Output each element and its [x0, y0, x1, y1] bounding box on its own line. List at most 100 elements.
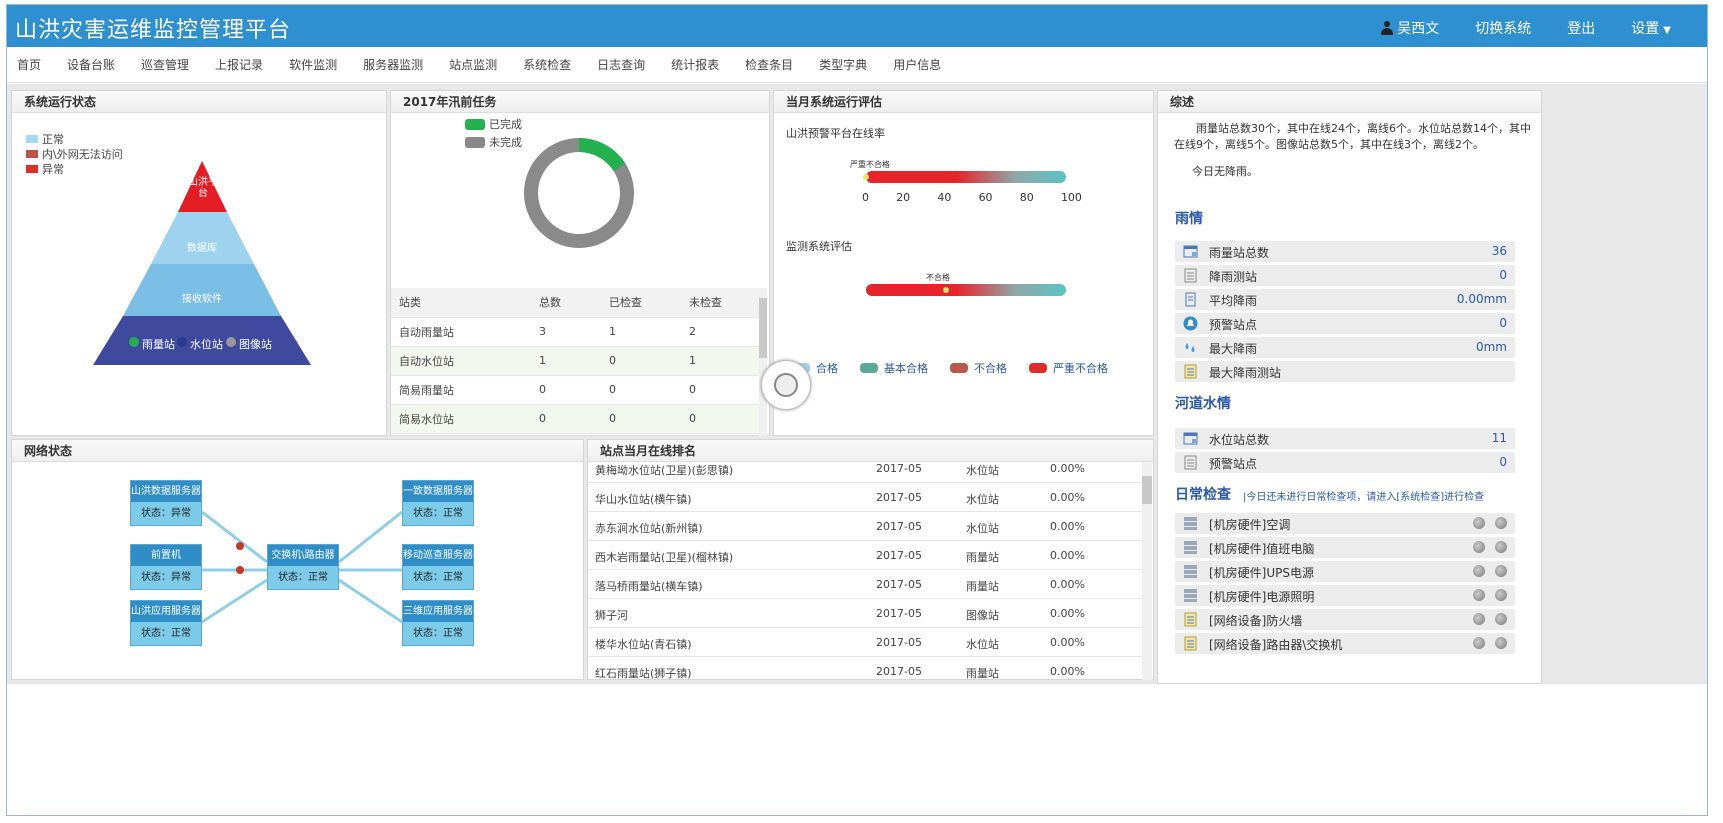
- table-cell: 2017-05: [876, 491, 922, 504]
- status-dot-icon[interactable]: [1495, 613, 1507, 625]
- nav-item-check-items[interactable]: 检查条目: [745, 56, 793, 73]
- user-menu[interactable]: 吴西文: [1381, 18, 1439, 38]
- daily-check-item[interactable]: [机房硬件]电源照明: [1175, 585, 1515, 606]
- card-value: 0: [1499, 316, 1507, 330]
- list-icon: [1184, 268, 1197, 283]
- rain-measure-stations[interactable]: 降雨测站 0: [1175, 265, 1515, 286]
- net-node-switch[interactable]: 交换机\路由器 状态：正常: [267, 544, 339, 590]
- table-cell: 3: [531, 317, 601, 347]
- daily-check-item[interactable]: [机房硬件]空调: [1175, 513, 1515, 534]
- ranking-list: 黄梅坳水位站(卫星)(彭思镇) 2017-05 水位站 0.00% 华山水位站(横午镇)…: [588, 462, 1143, 680]
- table-row[interactable]: 红石雨量站(狮子镇) 2017-05 雨量站 0.00%: [588, 657, 1143, 680]
- status-dot-icon[interactable]: [1473, 517, 1485, 529]
- status-dot-icon[interactable]: [1495, 517, 1507, 529]
- net-node-unified-data[interactable]: 一致数据服务器 状态：正常: [402, 480, 474, 526]
- no-rain-text: 今日无降雨。: [1192, 165, 1258, 178]
- table-row[interactable]: 西木岩雨量站(卫星)(榴林镇) 2017-05 雨量站 0.00%: [588, 541, 1143, 570]
- max-rainfall-station[interactable]: 最大降雨测站: [1175, 361, 1515, 382]
- table-row[interactable]: 落马桥雨量站(横车镇) 2017-05 雨量站 0.00%: [588, 570, 1143, 599]
- net-node-frontend[interactable]: 前置机 状态：异常: [130, 544, 202, 590]
- river-warning-stations[interactable]: 预警站点 0: [1175, 452, 1515, 473]
- pyramid-level-database[interactable]: [151, 212, 254, 264]
- table-row[interactable]: 黄梅坳水位站(卫星)(彭思镇) 2017-05 水位站 0.00%: [588, 462, 1143, 483]
- eval-legend: 合格 基本合格 不合格 严重不合格: [792, 360, 1108, 376]
- nav-item-log-query[interactable]: 日志查询: [597, 56, 645, 73]
- table-cell: 简易雨量站: [391, 375, 531, 405]
- nav-item-statistics[interactable]: 统计报表: [671, 56, 719, 73]
- scrollbar-thumb[interactable]: [1142, 476, 1152, 504]
- status-dot-icon[interactable]: [1495, 589, 1507, 601]
- max-rainfall[interactable]: 最大降雨 0mm: [1175, 337, 1515, 358]
- link-line: [201, 510, 268, 564]
- daily-check-item[interactable]: [网络设备]防火墙: [1175, 609, 1515, 630]
- table-row[interactable]: 自动雨量站 3 1 2: [391, 317, 761, 347]
- table-cell: 雨量站: [966, 551, 999, 564]
- node-status: 状态：正常: [413, 572, 463, 583]
- status-dot-icon[interactable]: [1495, 541, 1507, 553]
- table-row[interactable]: 简易雨量站 0 0 0: [391, 375, 761, 405]
- status-dot-icon[interactable]: [1495, 637, 1507, 649]
- warning-stations[interactable]: 预警站点 0: [1175, 313, 1515, 334]
- node-status: 状态：正常: [278, 572, 328, 583]
- table-row[interactable]: 自动水位站 1 0 1: [391, 346, 761, 376]
- nav-item-server[interactable]: 服务器监测: [363, 56, 423, 73]
- table-row[interactable]: 狮子河 2017-05 图像站 0.00%: [588, 599, 1143, 628]
- pyramid-top-label: 山洪平台: [188, 177, 218, 199]
- net-node-3d-app[interactable]: 三维应用服务器 状态：正常: [402, 600, 474, 646]
- legend-swatch: [1029, 363, 1047, 373]
- status-dot-icon[interactable]: [1473, 541, 1485, 553]
- gauge1-pointer: [863, 174, 869, 180]
- daily-check-item[interactable]: [网络设备]路由器\交换机: [1175, 633, 1515, 654]
- tasks-scrollbar[interactable]: [759, 288, 767, 436]
- col-header: 已检查: [601, 288, 681, 318]
- legend-label: 不合格: [974, 362, 1007, 375]
- link-line: [338, 510, 403, 564]
- status-dot-icon[interactable]: [1473, 613, 1485, 625]
- daily-check-item[interactable]: [机房硬件]值班电脑: [1175, 537, 1515, 558]
- link-line: [201, 578, 268, 624]
- card-label: [机房硬件]空调: [1209, 518, 1291, 532]
- water-station-total[interactable]: 水位站总数 11: [1175, 428, 1515, 449]
- rain-station-total[interactable]: 雨量站总数 36: [1175, 241, 1515, 262]
- status-dot-icon[interactable]: [1473, 589, 1485, 601]
- card-value: 0: [1499, 455, 1507, 469]
- table-row[interactable]: 赤东涧水位站(新州镇) 2017-05 水位站 0.00%: [588, 512, 1143, 541]
- table-cell: 水位站: [966, 464, 999, 477]
- nav-item-user-info[interactable]: 用户信息: [893, 56, 941, 73]
- nav-item-equipment[interactable]: 设备台账: [67, 56, 115, 73]
- nav-item-type-dict[interactable]: 类型字典: [819, 56, 867, 73]
- settings-menu[interactable]: 设置 ▼: [1631, 18, 1671, 38]
- ranking-scrollbar[interactable]: [1142, 462, 1152, 680]
- scroll-indicator[interactable]: [761, 360, 811, 410]
- table-row[interactable]: 简易水位站 0 0 0: [391, 404, 761, 434]
- net-node-data-server[interactable]: 山洪数据服务器 状态：异常: [130, 480, 202, 526]
- table-cell: 雨量站: [966, 667, 999, 680]
- table-cell: 1: [681, 346, 761, 376]
- status-dot-icon[interactable]: [1473, 637, 1485, 649]
- settings-label: 设置: [1631, 21, 1660, 37]
- pyramid-water-label: 水位站: [190, 338, 223, 351]
- table-row[interactable]: 华山水位站(横午镇) 2017-05 水位站 0.00%: [588, 483, 1143, 512]
- status-dot-icon[interactable]: [1495, 565, 1507, 577]
- switch-system-link[interactable]: 切换系统: [1475, 18, 1531, 38]
- card-label: [机房硬件]电源照明: [1209, 590, 1315, 604]
- nav-item-home[interactable]: 首页: [17, 56, 41, 73]
- nav-item-station[interactable]: 站点监测: [449, 56, 497, 73]
- tasks-legend: 已完成 未完成: [465, 115, 522, 151]
- daily-check-note[interactable]: |今日还未进行日常检查项，请进入[系统检查]进行检查: [1243, 488, 1484, 503]
- nav-item-reports-log[interactable]: 上报记录: [215, 56, 263, 73]
- status-dot-icon[interactable]: [1473, 565, 1485, 577]
- avg-rainfall[interactable]: 平均降雨 0.00mm: [1175, 289, 1515, 310]
- net-node-app-server[interactable]: 山洪应用服务器 状态：正常: [130, 600, 202, 646]
- table-row[interactable]: 楼华水位站(青石镇) 2017-05 水位站 0.00%: [588, 628, 1143, 657]
- nav-item-software[interactable]: 软件监测: [289, 56, 337, 73]
- table-cell: 简易水位站: [391, 404, 531, 434]
- scrollbar-thumb[interactable]: [759, 298, 767, 358]
- net-node-mobile-patrol[interactable]: 移动巡查服务器 状态：正常: [402, 544, 474, 590]
- table-cell: 0.00%: [1050, 549, 1085, 562]
- logout-link[interactable]: 登出: [1567, 18, 1595, 38]
- nav-item-inspection[interactable]: 巡查管理: [141, 56, 189, 73]
- col-header: 未检查: [681, 288, 761, 318]
- daily-check-item[interactable]: [机房硬件]UPS电源: [1175, 561, 1515, 582]
- nav-item-system-check[interactable]: 系统检查: [523, 56, 571, 73]
